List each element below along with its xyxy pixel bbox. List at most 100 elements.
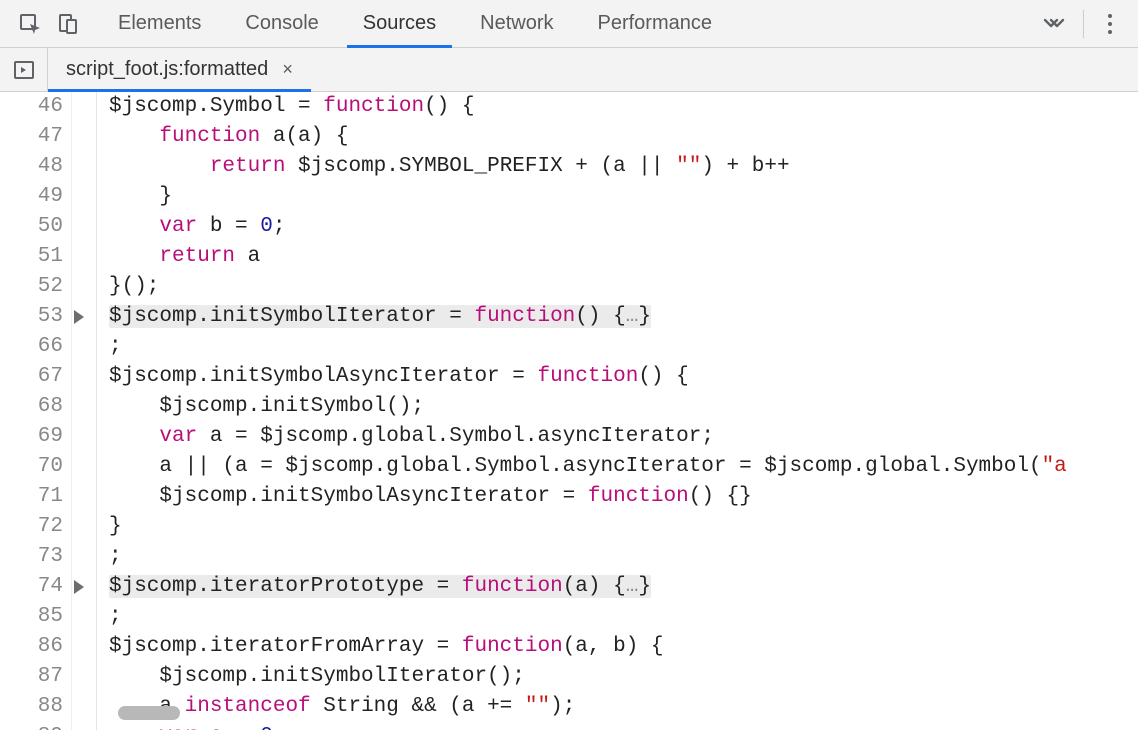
code-line[interactable]: } xyxy=(109,182,1138,212)
more-tabs-icon[interactable] xyxy=(1043,15,1065,33)
code-token: function xyxy=(159,125,260,148)
line-number: 49 xyxy=(0,182,63,212)
navigator-toggle-icon[interactable] xyxy=(0,48,48,91)
line-number: 88 xyxy=(0,692,63,722)
code-token: String && (a += xyxy=(311,695,525,718)
line-number: 68 xyxy=(0,392,63,422)
code-editor[interactable]: 4647484950515253666768697071727374858687… xyxy=(0,92,1138,730)
code-line[interactable]: a instanceof String && (a += ""); xyxy=(109,692,1138,722)
code-token: a = $jscomp.global.Symbol.asyncIterator; xyxy=(197,425,714,448)
code-token: "" xyxy=(525,695,550,718)
panel-tab-network[interactable]: Network xyxy=(458,0,575,47)
fold-ellipsis[interactable]: … xyxy=(626,305,639,328)
panel-tab-sources[interactable]: Sources xyxy=(341,0,458,47)
code-token: var xyxy=(159,425,197,448)
line-number: 69 xyxy=(0,422,63,452)
devtools-toolbar: ElementsConsoleSourcesNetworkPerformance xyxy=(0,0,1138,48)
code-line[interactable]: return a xyxy=(109,242,1138,272)
fold-toggle-icon[interactable] xyxy=(74,310,84,324)
code-token: a xyxy=(235,245,260,268)
inspect-element-icon[interactable] xyxy=(18,12,42,36)
code-token: () { xyxy=(575,305,625,328)
close-tab-icon[interactable]: × xyxy=(278,59,297,80)
code-lines[interactable]: $jscomp.Symbol = function() { function a… xyxy=(97,92,1138,730)
code-token: a(a) { xyxy=(260,125,348,148)
code-token: $jscomp.initSymbolAsyncIterator = xyxy=(109,365,537,388)
code-token: 0 xyxy=(260,215,273,238)
code-line[interactable]: var b = 0; xyxy=(109,212,1138,242)
line-number: 71 xyxy=(0,482,63,512)
toolbar-icons-left xyxy=(0,12,96,36)
file-tab-label: script_foot.js:formatted xyxy=(66,58,268,81)
line-number: 85 xyxy=(0,602,63,632)
code-token: return xyxy=(159,245,235,268)
panel-tab-elements[interactable]: Elements xyxy=(96,0,223,47)
code-line[interactable]: $jscomp.initSymbolIterator(); xyxy=(109,662,1138,692)
code-line[interactable]: $jscomp.initSymbolAsyncIterator = functi… xyxy=(109,482,1138,512)
code-token: return xyxy=(210,155,286,178)
code-token: "a xyxy=(1042,455,1067,478)
code-token: b = xyxy=(197,215,260,238)
line-number: 86 xyxy=(0,632,63,662)
panel-tab-console[interactable]: Console xyxy=(223,0,340,47)
code-token: () { xyxy=(424,95,474,118)
code-token: c = xyxy=(197,725,260,730)
code-line[interactable]: function a(a) { xyxy=(109,122,1138,152)
code-token: "" xyxy=(676,155,701,178)
device-toolbar-icon[interactable] xyxy=(56,12,80,36)
code-line[interactable]: a || (a = $jscomp.global.Symbol.asyncIte… xyxy=(109,452,1138,482)
code-token: function xyxy=(474,305,575,328)
code-line[interactable]: $jscomp.initSymbolIterator = function() … xyxy=(109,302,1138,332)
code-line[interactable]: $jscomp.initSymbol(); xyxy=(109,392,1138,422)
code-token: instanceof xyxy=(185,695,311,718)
code-token xyxy=(109,245,159,268)
fold-ellipsis[interactable]: … xyxy=(626,575,639,598)
panel-tabs: ElementsConsoleSourcesNetworkPerformance xyxy=(96,0,1023,47)
fold-toggle-icon[interactable] xyxy=(74,580,84,594)
code-token: $jscomp.initSymbolIterator = xyxy=(109,305,474,328)
code-line[interactable]: return $jscomp.SYMBOL_PREFIX + (a || "")… xyxy=(109,152,1138,182)
code-line[interactable]: ; xyxy=(109,332,1138,362)
code-line[interactable]: $jscomp.initSymbolAsyncIterator = functi… xyxy=(109,362,1138,392)
code-token: function xyxy=(537,365,638,388)
code-token: function xyxy=(323,95,424,118)
panel-tab-performance[interactable]: Performance xyxy=(576,0,735,47)
code-token: ; xyxy=(109,605,122,628)
code-token: function xyxy=(462,635,563,658)
file-tab[interactable]: script_foot.js:formatted × xyxy=(48,48,311,91)
code-line[interactable]: ; xyxy=(109,602,1138,632)
code-line[interactable]: $jscomp.iteratorPrototype = function(a) … xyxy=(109,572,1138,602)
horizontal-scrollbar-thumb[interactable] xyxy=(118,706,180,720)
code-line[interactable]: }(); xyxy=(109,272,1138,302)
line-number: 73 xyxy=(0,542,63,572)
fold-gutter xyxy=(72,92,96,730)
file-tab-bar: script_foot.js:formatted × xyxy=(0,48,1138,92)
line-number: 51 xyxy=(0,242,63,272)
code-line[interactable]: var c = 0 xyxy=(109,722,1138,730)
code-token: } xyxy=(638,305,651,328)
code-token: function xyxy=(462,575,563,598)
code-token: } xyxy=(109,515,122,538)
code-token: (a, b) { xyxy=(563,635,664,658)
code-line[interactable]: ; xyxy=(109,542,1138,572)
line-number: 70 xyxy=(0,452,63,482)
code-token: ; xyxy=(273,215,286,238)
line-number: 67 xyxy=(0,362,63,392)
code-line[interactable]: } xyxy=(109,512,1138,542)
menu-icon[interactable] xyxy=(1102,14,1118,34)
code-token: () {} xyxy=(689,485,752,508)
code-line[interactable]: $jscomp.iteratorFromArray = function(a, … xyxy=(109,632,1138,662)
line-number: 47 xyxy=(0,122,63,152)
line-number: 48 xyxy=(0,152,63,182)
line-number: 50 xyxy=(0,212,63,242)
code-token: $jscomp.SYMBOL_PREFIX + (a || xyxy=(285,155,676,178)
code-token: 0 xyxy=(260,725,273,730)
code-token: ) + b++ xyxy=(701,155,789,178)
code-token: () { xyxy=(638,365,688,388)
code-line[interactable]: var a = $jscomp.global.Symbol.asyncItera… xyxy=(109,422,1138,452)
toolbar-divider xyxy=(1083,10,1084,38)
code-token: $jscomp.iteratorPrototype = xyxy=(109,575,462,598)
code-line[interactable]: $jscomp.Symbol = function() { xyxy=(109,92,1138,122)
code-token: a || (a = $jscomp.global.Symbol.asyncIte… xyxy=(109,455,1042,478)
code-token: var xyxy=(159,215,197,238)
